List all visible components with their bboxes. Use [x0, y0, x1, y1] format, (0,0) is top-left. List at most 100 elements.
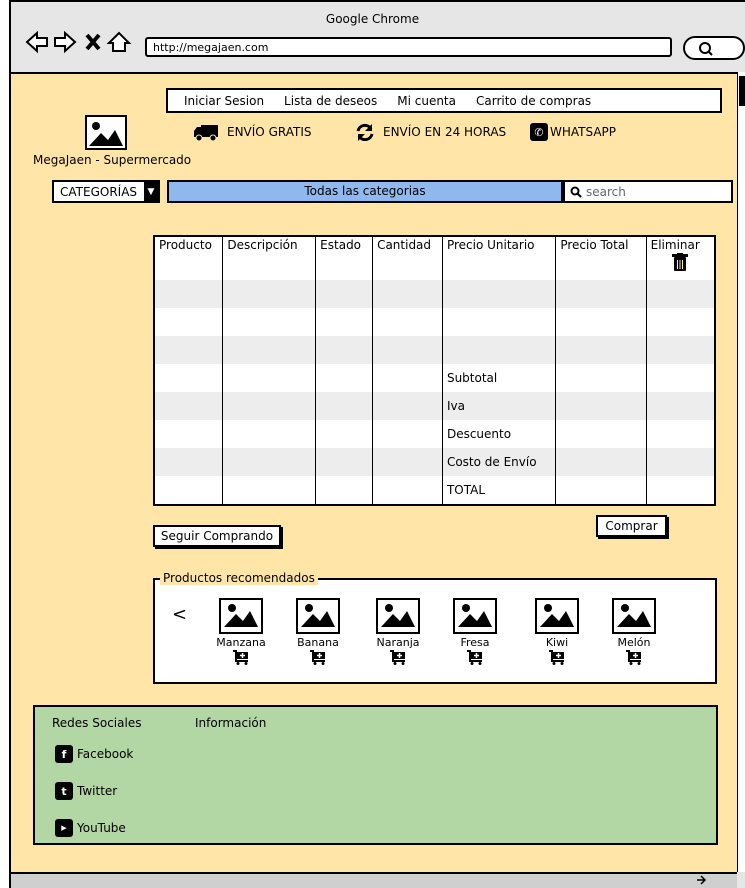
buy-button[interactable]: Comprar [596, 515, 667, 537]
nav-wishlist[interactable]: Lista de deseos [284, 94, 377, 108]
product-name: Banana [297, 636, 339, 649]
nav-cart[interactable]: Carrito de compras [476, 94, 591, 108]
product-image-icon [612, 598, 656, 634]
back-icon[interactable] [25, 30, 48, 54]
product-name: Manzana [216, 636, 266, 649]
whatsapp-label: WHATSAPP [550, 125, 617, 139]
table-row [154, 253, 715, 280]
product-card[interactable]: Naranja [371, 598, 425, 668]
column-header: Precio Total [555, 236, 647, 253]
table-row [154, 336, 715, 364]
fast-shipping-label: ENVÍO EN 24 HORAS [383, 125, 507, 139]
column-header: Producto [154, 236, 224, 253]
forward-icon[interactable] [54, 30, 77, 54]
nav-account[interactable]: Mi cuenta [397, 94, 456, 108]
column-header: Cantidad [372, 236, 443, 253]
product-card[interactable]: Manzana [214, 598, 268, 668]
product-name: Melón [617, 636, 651, 649]
facebook-label: Facebook [77, 747, 134, 761]
product-name: Fresa [460, 636, 490, 649]
continue-shopping-button[interactable]: Seguir Comprando [153, 525, 281, 547]
magnifier-icon [699, 42, 713, 56]
add-to-cart-icon[interactable] [232, 649, 250, 665]
table-row [154, 280, 715, 308]
twitter-label: Twitter [77, 784, 118, 798]
scroll-thumb[interactable] [739, 76, 745, 106]
logo-image-icon[interactable] [85, 115, 127, 150]
top-navigation: Iniciar Sesion Lista de deseos Mi cuenta… [166, 88, 722, 113]
youtube-icon: ▶ [55, 819, 73, 837]
search-input[interactable]: search [563, 180, 733, 203]
product-image-icon [453, 598, 497, 634]
facebook-icon: f [55, 745, 73, 763]
browser-title: Google Chrome [325, 12, 420, 26]
brand-name: MegaJaen - Supermercado [33, 153, 192, 167]
trash-icon[interactable] [646, 253, 715, 280]
phone-icon: ✆ [530, 123, 548, 141]
fast-shipping: ENVÍO EN 24 HORAS [355, 123, 506, 141]
whatsapp-contact[interactable]: ✆ WHATSAPP [530, 123, 616, 141]
product-card[interactable]: Melón [607, 598, 661, 668]
subtotal-label: Subtotal [442, 364, 557, 392]
url-bar[interactable]: http://megajaen.com [145, 37, 672, 57]
truck-icon [194, 125, 218, 141]
table-header-row: Producto Descripción Estado Cantidad Pre… [154, 236, 715, 253]
close-icon[interactable] [85, 33, 101, 51]
product-image-icon [376, 598, 420, 634]
facebook-link[interactable]: f Facebook [55, 745, 133, 763]
all-categories-bar[interactable]: Todas las categorias [167, 180, 563, 203]
product-image-icon [535, 598, 579, 634]
column-header: Eliminar [646, 236, 715, 253]
carousel-prev-button[interactable]: < [172, 604, 187, 625]
column-header: Precio Unitario [442, 236, 557, 253]
table-row: Iva [154, 392, 715, 420]
nav-login[interactable]: Iniciar Sesion [184, 94, 264, 108]
chevron-down-icon: ▼ [144, 182, 158, 201]
product-image-icon [296, 598, 340, 634]
column-header: Descripción [222, 236, 317, 253]
free-shipping-label: ENVÍO GRATIS [227, 125, 312, 139]
footer: Redes Sociales Información f Facebook t … [33, 705, 718, 845]
column-header: Estado [315, 236, 374, 253]
add-to-cart-icon[interactable] [548, 649, 566, 665]
shipping-cost-label: Costo de Envío [442, 448, 557, 476]
search-icon [570, 186, 582, 198]
search-placeholder: search [586, 184, 626, 199]
product-name: Naranja [376, 636, 420, 649]
product-card[interactable]: Kiwi [530, 598, 584, 668]
add-to-cart-icon[interactable] [625, 649, 643, 665]
add-to-cart-icon[interactable] [309, 649, 327, 665]
table-row [154, 308, 715, 336]
total-label: TOTAL [442, 476, 557, 505]
add-to-cart-icon[interactable] [389, 649, 407, 665]
browser-search-button[interactable] [683, 36, 745, 60]
categories-label: CATEGORÍAS [60, 184, 138, 199]
twitter-icon: t [55, 782, 73, 800]
table-row: Descuento [154, 420, 715, 448]
table-row: TOTAL [154, 476, 715, 505]
youtube-label: YouTube [77, 821, 126, 835]
discount-label: Descuento [442, 420, 557, 448]
product-image-icon [219, 598, 263, 634]
scroll-right-icon[interactable] [695, 874, 707, 886]
free-shipping: ENVÍO GRATIS [193, 123, 311, 141]
social-title: Redes Sociales [52, 716, 142, 730]
vertical-scrollbar[interactable] [737, 72, 745, 872]
categories-dropdown[interactable]: CATEGORÍAS ▼ [52, 180, 160, 203]
horizontal-scrollbar[interactable] [11, 872, 737, 888]
cart-table: Producto Descripción Estado Cantidad Pre… [153, 235, 716, 506]
refresh-icon [356, 123, 374, 141]
info-title: Información [195, 716, 267, 730]
iva-label: Iva [442, 392, 557, 420]
product-card[interactable]: Fresa [448, 598, 502, 668]
twitter-link[interactable]: t Twitter [55, 782, 117, 800]
youtube-link[interactable]: ▶ YouTube [55, 819, 126, 837]
product-name: Kiwi [545, 636, 569, 649]
browser-nav-controls [25, 30, 132, 54]
recommended-products-title: Productos recomendados [160, 571, 318, 585]
add-to-cart-icon[interactable] [466, 649, 484, 665]
home-icon[interactable] [106, 31, 132, 52]
table-row: Subtotal [154, 364, 715, 392]
product-card[interactable]: Banana [291, 598, 345, 668]
table-row: Costo de Envío [154, 448, 715, 476]
